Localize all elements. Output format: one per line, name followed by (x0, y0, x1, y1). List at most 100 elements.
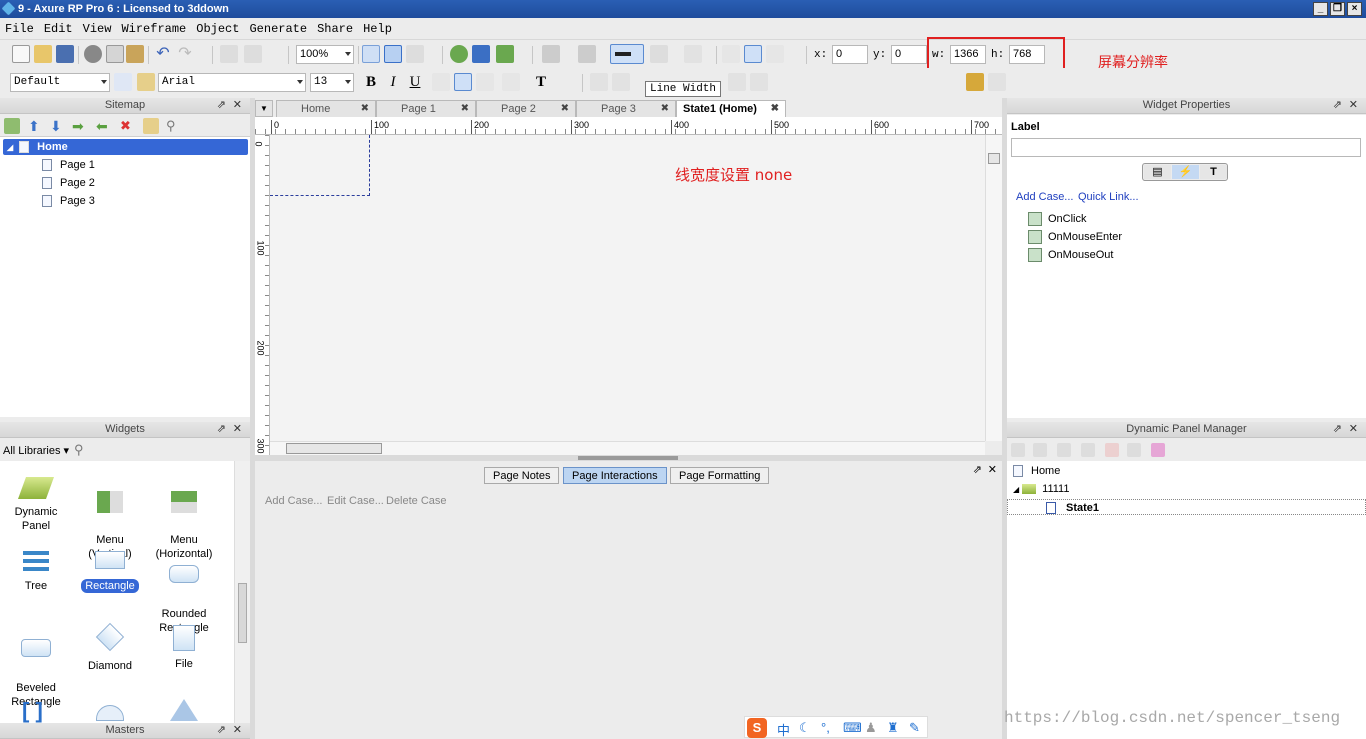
new-icon[interactable] (12, 45, 30, 63)
menu-share[interactable]: Share (312, 18, 358, 36)
widget-beveled-rectangle[interactable]: Beveled Rectangle (0, 625, 72, 709)
sitemap-item-home[interactable]: ◢ Home (3, 139, 248, 155)
panel-close-icon[interactable]: ✕ (988, 463, 997, 476)
tab-page-interactions[interactable]: Page Interactions (563, 467, 667, 484)
tab-page-formatting[interactable]: Page Formatting (670, 467, 770, 484)
edit-state-icon[interactable] (1127, 443, 1141, 457)
widget-dynamic-panel[interactable]: Dynamic Panel (0, 477, 72, 533)
format-painter-icon[interactable] (220, 45, 238, 63)
panel-close-icon[interactable]: ✕ (233, 98, 242, 113)
widget-menu-horizontal[interactable]: Menu (Horizontal) (148, 477, 220, 561)
widget-menu-vertical[interactable]: Menu (Vertical) (74, 477, 146, 561)
menu-edit[interactable]: Edit (39, 18, 78, 36)
align-center-text-icon[interactable] (744, 45, 762, 63)
design-canvas[interactable]: 线宽度设置 none (270, 135, 985, 441)
interactions-tab-icon[interactable]: ⚡ (1172, 165, 1199, 179)
sogou-ime-icon[interactable]: S (747, 718, 767, 738)
align-objects-icon[interactable] (728, 73, 746, 91)
triangle-widget-icon[interactable] (170, 699, 198, 721)
menu-object[interactable]: Object (191, 18, 244, 36)
align-left-text-icon[interactable] (722, 45, 740, 63)
close-button[interactable]: × (1347, 2, 1362, 16)
edit-all-states-icon[interactable] (1151, 443, 1165, 457)
style-select[interactable]: Default (10, 73, 110, 92)
tab-close-icon[interactable]: ✖ (561, 101, 569, 117)
move-up-icon[interactable]: ⬆ (28, 118, 42, 134)
add-case-link[interactable]: Add Case... (1016, 191, 1073, 203)
menu-wireframe[interactable]: Wireframe (116, 18, 191, 36)
paste-icon[interactable] (126, 45, 144, 63)
copy-icon[interactable] (106, 45, 124, 63)
search-icon[interactable]: ⚲ (74, 442, 84, 458)
font-size-select[interactable]: 13 (310, 73, 354, 92)
search-icon[interactable]: ⚲ (166, 118, 182, 134)
line-pattern-icon[interactable] (650, 45, 668, 63)
undock-icon[interactable]: ⇗ (217, 98, 226, 113)
tab-state1-home[interactable]: State1 (Home) ✖ (676, 100, 786, 117)
canvas-horizontal-scrollbar[interactable] (270, 441, 985, 455)
scroll-thumb[interactable] (988, 153, 1000, 164)
dpm-item-home[interactable]: Home (1013, 463, 1060, 479)
minimize-button[interactable]: _ (1313, 2, 1328, 16)
widget-rounded-rectangle[interactable]: Rounded Rectangle (148, 551, 220, 635)
panel-close-icon[interactable]: ✕ (233, 422, 242, 437)
scroll-thumb[interactable] (286, 443, 382, 454)
menu-help[interactable]: Help (358, 18, 397, 36)
sitemap-item-page-3[interactable]: Page 3 (42, 193, 95, 209)
add-state-icon[interactable] (1011, 443, 1025, 457)
widget-rectangle[interactable]: Rectangle (74, 551, 146, 593)
text-align-center-icon[interactable] (454, 73, 472, 91)
user-icon[interactable]: ♟ (865, 720, 877, 736)
unlock-icon[interactable] (988, 73, 1006, 91)
formatting-tab-icon[interactable]: T (1200, 165, 1227, 179)
h-field[interactable]: 768 (1009, 45, 1045, 64)
undock-icon[interactable]: ⇗ (1333, 422, 1342, 437)
widget-tree[interactable]: Tree (0, 551, 72, 593)
select-contained-icon[interactable] (384, 45, 402, 63)
open-icon[interactable] (34, 45, 52, 63)
move-up-icon[interactable] (1057, 443, 1071, 457)
cut-icon[interactable] (84, 45, 102, 63)
undock-icon[interactable]: ⇗ (1333, 98, 1342, 113)
save-icon[interactable] (56, 45, 74, 63)
italic-icon[interactable]: I (384, 73, 402, 91)
dpm-item-panel[interactable]: ◢ 11111 (1013, 481, 1069, 497)
library-select[interactable]: All Libraries ▾ (3, 444, 69, 457)
wrench-icon[interactable]: ✎ (909, 720, 920, 736)
tab-page-notes[interactable]: Page Notes (484, 467, 560, 484)
align-right-text-icon[interactable] (766, 45, 784, 63)
bullets-icon[interactable] (502, 73, 520, 91)
semicircle-widget-icon[interactable] (96, 705, 124, 721)
restore-button[interactable]: ❐ (1330, 2, 1345, 16)
tab-list-dropdown[interactable]: ▼ (255, 100, 273, 117)
widget-file[interactable]: File (148, 625, 220, 671)
tab-page-3[interactable]: Page 3 ✖ (576, 100, 676, 117)
ungroup-icon[interactable] (612, 73, 630, 91)
text-align-left-icon[interactable] (432, 73, 450, 91)
tab-close-icon[interactable]: ✖ (661, 101, 669, 117)
undo-icon[interactable]: ↶ (154, 45, 172, 63)
keyboard-icon[interactable]: ⌨ (843, 720, 862, 736)
edit-case-link[interactable]: Edit Case... (327, 495, 384, 507)
event-onmouseout[interactable]: OnMouseOut (1028, 248, 1113, 262)
undock-icon[interactable]: ⇗ (217, 723, 226, 738)
undock-icon[interactable]: ⇗ (973, 463, 982, 476)
y-field[interactable]: 0 (891, 45, 927, 64)
skin-icon[interactable]: ♜ (887, 720, 899, 736)
undock-icon[interactable]: ⇗ (217, 422, 226, 437)
widget-diamond[interactable]: Diamond (74, 622, 146, 673)
tab-close-icon[interactable]: ✖ (361, 101, 369, 117)
lock-icon[interactable] (966, 73, 984, 91)
format-painter-brush-icon[interactable] (137, 73, 155, 91)
tab-page-1[interactable]: Page 1 ✖ (376, 100, 476, 117)
zoom-select[interactable]: 100% (296, 45, 354, 64)
add-case-link[interactable]: Add Case... (265, 495, 322, 507)
panel-close-icon[interactable]: ✕ (1349, 98, 1358, 113)
redo-icon[interactable]: ↷ (176, 45, 194, 63)
word-spec-icon[interactable] (472, 45, 490, 63)
label-field[interactable] (1011, 138, 1361, 157)
scroll-thumb[interactable] (238, 583, 247, 643)
bold-icon[interactable]: B (362, 73, 380, 91)
event-onclick[interactable]: OnClick (1028, 212, 1087, 226)
event-onmouseenter[interactable]: OnMouseEnter (1028, 230, 1122, 244)
